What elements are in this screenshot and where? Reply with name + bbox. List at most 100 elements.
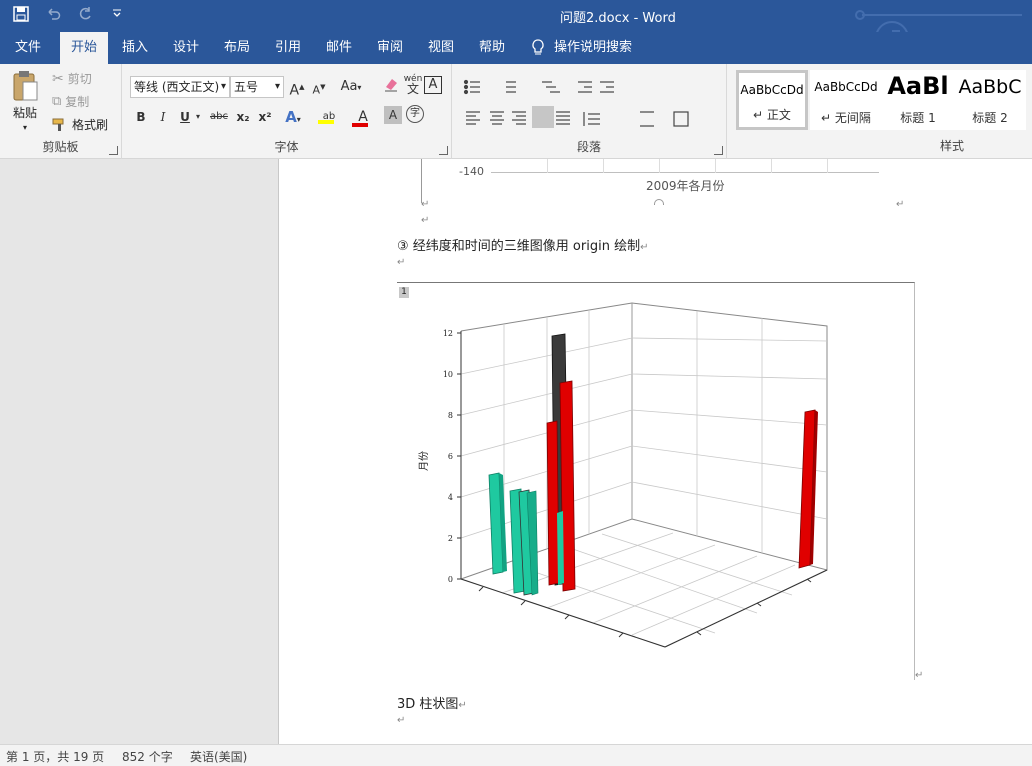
paste-label: 粘贴 [12,106,37,120]
figure-frame[interactable]: 1 0 2 4 6 8 10 12 月份 [397,282,915,680]
language[interactable]: 英语(美国) [190,748,247,765]
prev-chart-border [421,159,422,203]
tab-design[interactable]: 设计 [163,32,209,64]
grow-font-button[interactable]: A▲ [286,76,308,99]
bar-chart-3d: 0 2 4 6 8 10 12 月份 [418,302,828,648]
text-effects-icon: A [285,108,297,126]
paragraph-mark: ↵ [915,670,924,681]
paragraph-mark: ↵ [397,257,406,268]
style-heading1-preview: AaBl [887,72,949,100]
paste-button[interactable]: 粘贴 ▾ [10,70,40,132]
prev-chart-xlabel: 2009年各月份 [646,179,725,193]
tab-references[interactable]: 引用 [265,32,311,64]
tab-review[interactable]: 审阅 [367,32,413,64]
tab-file[interactable]: 文件 [0,32,56,64]
phonetic-guide-button[interactable]: wén 文 [402,74,424,96]
page-count[interactable]: 第 1 页，共 19 页 [6,748,104,765]
tab-insert[interactable]: 插入 [112,32,158,64]
char-shading-button[interactable]: A [384,106,402,124]
clipboard-launcher-icon[interactable] [109,146,118,155]
tell-me-label: 操作说明搜索 [554,40,633,55]
save-icon[interactable] [10,6,32,26]
font-name-value: 等线 (西文正文) [134,80,220,94]
window-title: 问题2.docx - Word [560,11,676,26]
style-heading1-name: 标题 1 [900,111,936,125]
bold-button[interactable]: B [130,106,152,128]
chevron-down-icon: ▾ [274,81,280,92]
font-name-combo[interactable]: 等线 (西文正文) ▾ [130,76,230,98]
change-case-button[interactable]: Aa▾ [336,76,366,98]
highlight-button[interactable]: ab [314,104,344,126]
font-launcher-icon[interactable] [439,146,448,155]
bar [557,511,564,585]
chevron-down-icon[interactable] [106,6,128,26]
y-tick-label: 12 [443,329,453,338]
enclose-char-button[interactable]: 字 [406,105,424,123]
styles-gallery: AaBbCcDd ↵ 正文 AaBbCcDd ↵ 无间隔 AaBl 标题 1 A… [736,70,1032,132]
redo-icon[interactable] [74,6,96,26]
chevron-down-icon[interactable]: ▾ [192,106,204,128]
strikethrough-button[interactable]: abc [206,106,232,128]
tab-mailings[interactable]: 邮件 [316,32,362,64]
style-normal[interactable]: AaBbCcDd ↵ 正文 [736,70,808,130]
paragraph-group: 段落 [452,64,727,159]
y-tick-label: 4 [448,493,453,502]
tab-home[interactable]: 开始 [60,32,108,64]
style-normal-preview: AaBbCcDd [740,83,804,97]
format-painter-button[interactable]: 格式刷 [52,116,108,133]
y-tick-label: 8 [448,411,453,420]
char-border-icon: A [428,77,438,92]
y-tick-label: 10 [443,370,453,379]
y-axis-label: 月份 [418,451,430,471]
style-heading2-name: 标题 2 [972,111,1008,125]
cut-button[interactable]: ✂ 剪切 [52,70,92,87]
style-heading2-preview: AaBbC [958,76,1022,98]
change-case-icon: Aa [340,79,358,94]
tab-help[interactable]: 帮助 [469,32,515,64]
paragraph-group-label: 段落 [576,140,601,154]
justify-button[interactable] [532,106,554,128]
paragraph-mark: ↵ [421,199,430,210]
style-no-spacing-name: ↵ 无间隔 [821,111,871,125]
font-group-label: 字体 [274,140,299,154]
subscript-button[interactable]: x₂ [232,106,254,128]
red-bars [546,333,818,592]
paragraph-mark: ↵ [397,715,406,726]
paragraph-mark: ↵ [896,199,905,210]
document-page[interactable]: -140 2009年各月份 ↵ ↵ ↵ ③ 经纬度和时间的三维图像用 origi… [278,159,1032,744]
tell-me-search[interactable]: 操作说明搜索 [530,32,632,64]
copy-button[interactable]: ⧉ 复制 [52,93,89,110]
shrink-font-icon: A [312,83,321,97]
styles-group-label: 样式 [940,139,965,153]
tab-view[interactable]: 视图 [418,32,464,64]
italic-button[interactable]: I [152,106,174,128]
text-effects-button[interactable]: A▾ [282,106,304,128]
item3-text: ③ 经纬度和时间的三维图像用 origin 绘制↵ [397,239,649,254]
style-no-spacing[interactable]: AaBbCcDd ↵ 无间隔 [810,70,882,130]
tab-layout[interactable]: 布局 [214,32,260,64]
document-area: -140 2009年各月份 ↵ ↵ ↵ ③ 经纬度和时间的三维图像用 origi… [0,159,1032,744]
quick-access-toolbar [10,6,128,26]
figure-caption: 3D 柱状图↵ [397,697,467,712]
font-color-button[interactable]: A [348,106,378,128]
style-heading1[interactable]: AaBl 标题 1 [882,70,954,130]
shrink-font-button[interactable]: A▼ [308,76,330,98]
clipboard-group: 粘贴 ▾ ✂ 剪切 ⧉ 复制 格式刷 剪贴板 [0,64,122,159]
char-border-button[interactable]: A [424,76,442,94]
undo-icon[interactable] [42,6,64,26]
lightbulb-icon [532,39,544,55]
format-painter-label: 格式刷 [72,118,109,132]
prev-chart-tick: -140 [459,165,484,178]
y-tick-labels: 0 2 4 6 8 10 12 [443,329,453,584]
style-heading2[interactable]: AaBbC 标题 2 [954,70,1026,130]
word-count[interactable]: 852 个字 [122,748,173,765]
phonetic-char: 文 [406,82,419,96]
y-axis [457,331,462,580]
superscript-button[interactable]: x² [254,106,276,128]
cut-label: 剪切 [67,72,92,86]
clear-format-icon[interactable] [380,76,402,98]
font-size-combo[interactable]: 五号 ▾ [230,76,284,98]
y-tick-label: 2 [448,534,453,543]
ribbon-tabs: 文件 开始 插入 设计 布局 引用 邮件 审阅 视图 帮助 操作说明搜索 [0,32,1032,64]
paragraph-launcher-icon[interactable] [714,146,723,155]
